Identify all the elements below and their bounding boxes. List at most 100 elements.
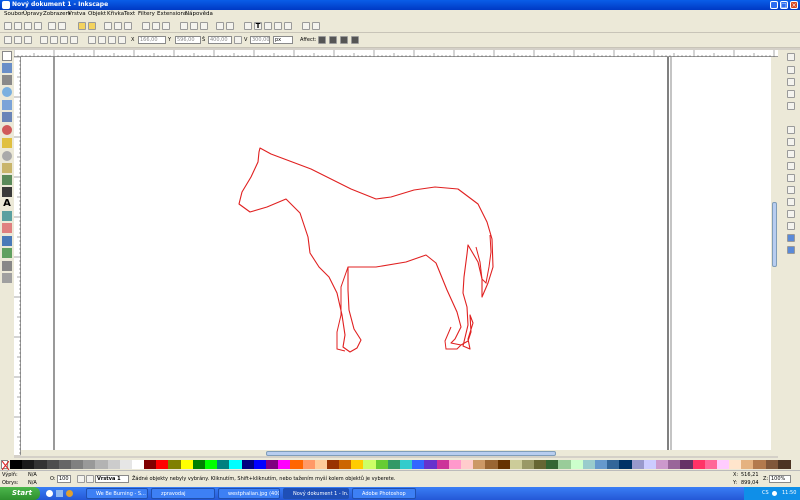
taskbar-item[interactable]: zpravodaj [151, 488, 215, 499]
vertical-scroll-thumb[interactable] [772, 202, 777, 267]
color-swatch[interactable] [619, 460, 633, 469]
menu-object[interactable]: Objekt [88, 10, 106, 19]
clone-icon[interactable] [190, 22, 198, 30]
snap-page-border-icon[interactable] [787, 222, 795, 230]
taskbar-item[interactable]: westphalian.jpg (400... [218, 488, 280, 499]
color-swatch[interactable] [180, 460, 194, 469]
paste-icon[interactable] [124, 22, 132, 30]
color-swatch[interactable] [46, 460, 60, 469]
start-button[interactable]: Start [0, 487, 40, 500]
horizontal-scrollbar[interactable] [21, 450, 778, 456]
menu-extensions[interactable]: Extensions [157, 10, 187, 19]
group-icon[interactable] [216, 22, 224, 30]
undo-icon[interactable] [78, 22, 86, 30]
scale-stroke-icon[interactable] [318, 36, 326, 44]
color-swatch[interactable] [655, 460, 669, 469]
raise-to-top-icon[interactable] [88, 36, 96, 44]
no-paint-swatch[interactable] [1, 460, 9, 470]
color-swatch[interactable] [241, 460, 255, 469]
color-swatch[interactable] [509, 460, 523, 469]
document-properties-icon[interactable] [312, 22, 320, 30]
color-swatch[interactable] [473, 460, 487, 469]
color-swatch[interactable] [729, 460, 743, 469]
close-button[interactable]: × [790, 1, 798, 9]
color-swatch[interactable] [302, 460, 316, 469]
3d-box-tool-icon[interactable] [2, 112, 12, 122]
transform-gradients-icon[interactable] [340, 36, 348, 44]
transform-patterns-icon[interactable] [351, 36, 359, 44]
drawing-canvas[interactable] [21, 57, 778, 450]
color-swatch[interactable] [631, 460, 645, 469]
color-swatch[interactable] [448, 460, 462, 469]
zoom-tool-icon[interactable] [2, 87, 12, 97]
color-swatch[interactable] [485, 460, 499, 469]
color-swatch[interactable] [643, 460, 657, 469]
menu-filters[interactable]: Filtery [138, 10, 155, 19]
rotate-ccw-icon[interactable] [40, 36, 48, 44]
unit-select[interactable]: px [273, 36, 293, 44]
color-swatch[interactable] [131, 460, 145, 469]
color-swatch[interactable] [107, 460, 121, 469]
raise-icon[interactable] [98, 36, 106, 44]
color-swatch[interactable] [570, 460, 584, 469]
pen-tool-icon[interactable] [2, 175, 12, 185]
snap-bbox-corner-icon[interactable] [787, 90, 795, 98]
gradient-tool-icon[interactable] [2, 248, 12, 258]
color-swatch[interactable] [144, 460, 158, 469]
color-swatch[interactable] [119, 460, 133, 469]
taskbar-item[interactable]: Adobe Photoshop [352, 488, 416, 499]
lower-to-bottom-icon[interactable] [118, 36, 126, 44]
color-swatch[interactable] [424, 460, 438, 469]
tweak-tool-icon[interactable] [2, 75, 12, 85]
new-document-icon[interactable] [4, 22, 12, 30]
opacity-field[interactable]: 100 [57, 475, 71, 483]
scale-corners-icon[interactable] [329, 36, 337, 44]
color-swatch[interactable] [70, 460, 84, 469]
snap-paths-icon[interactable] [787, 138, 795, 146]
import-icon[interactable] [48, 22, 56, 30]
menu-view[interactable]: Zobrazení [43, 10, 71, 19]
color-swatch[interactable] [95, 460, 109, 469]
quicklaunch-desktop-icon[interactable] [56, 490, 63, 497]
flip-horizontal-icon[interactable] [60, 36, 68, 44]
layer-visibility-icon[interactable] [77, 475, 85, 483]
color-swatch[interactable] [716, 460, 730, 469]
eraser-tool-icon[interactable] [2, 223, 12, 233]
snap-grid-icon[interactable] [787, 234, 795, 242]
star-tool-icon[interactable] [2, 138, 12, 148]
zoom-selection-icon[interactable] [142, 22, 150, 30]
menu-file[interactable]: Soubor [4, 10, 23, 19]
node-tool-icon[interactable] [2, 63, 12, 73]
color-swatch[interactable] [668, 460, 682, 469]
y-field[interactable]: 596,00 [175, 36, 201, 44]
color-swatch[interactable] [34, 460, 48, 469]
snap-guides-icon[interactable] [787, 246, 795, 254]
color-swatch[interactable] [10, 460, 23, 469]
tray-network-icon[interactable] [772, 491, 777, 496]
color-swatch[interactable] [375, 460, 389, 469]
save-icon[interactable] [24, 22, 32, 30]
calligraphy-tool-icon[interactable] [2, 187, 12, 197]
quicklaunch-media-icon[interactable] [66, 490, 73, 497]
color-swatch[interactable] [460, 460, 474, 469]
snap-rotation-center-icon[interactable] [787, 210, 795, 218]
x-field[interactable]: 166,00 [138, 36, 166, 44]
menu-help[interactable]: Nápověda [185, 10, 213, 19]
color-swatch[interactable] [351, 460, 365, 469]
ellipse-tool-icon[interactable] [2, 125, 12, 135]
color-swatch[interactable] [582, 460, 596, 469]
zoom-drawing-icon[interactable] [152, 22, 160, 30]
snap-midpoints-icon[interactable] [787, 186, 795, 194]
color-swatch[interactable] [217, 460, 231, 469]
lower-icon[interactable] [108, 36, 116, 44]
width-field[interactable]: 400,00 [208, 36, 232, 44]
open-icon[interactable] [14, 22, 22, 30]
color-swatch[interactable] [278, 460, 292, 469]
color-swatch[interactable] [607, 460, 621, 469]
color-swatch[interactable] [546, 460, 560, 469]
color-swatch[interactable] [521, 460, 535, 469]
vertical-scrollbar[interactable] [771, 57, 778, 450]
spiral-tool-icon[interactable] [2, 151, 12, 161]
language-indicator[interactable]: CS [762, 487, 769, 500]
color-swatch[interactable] [253, 460, 267, 469]
